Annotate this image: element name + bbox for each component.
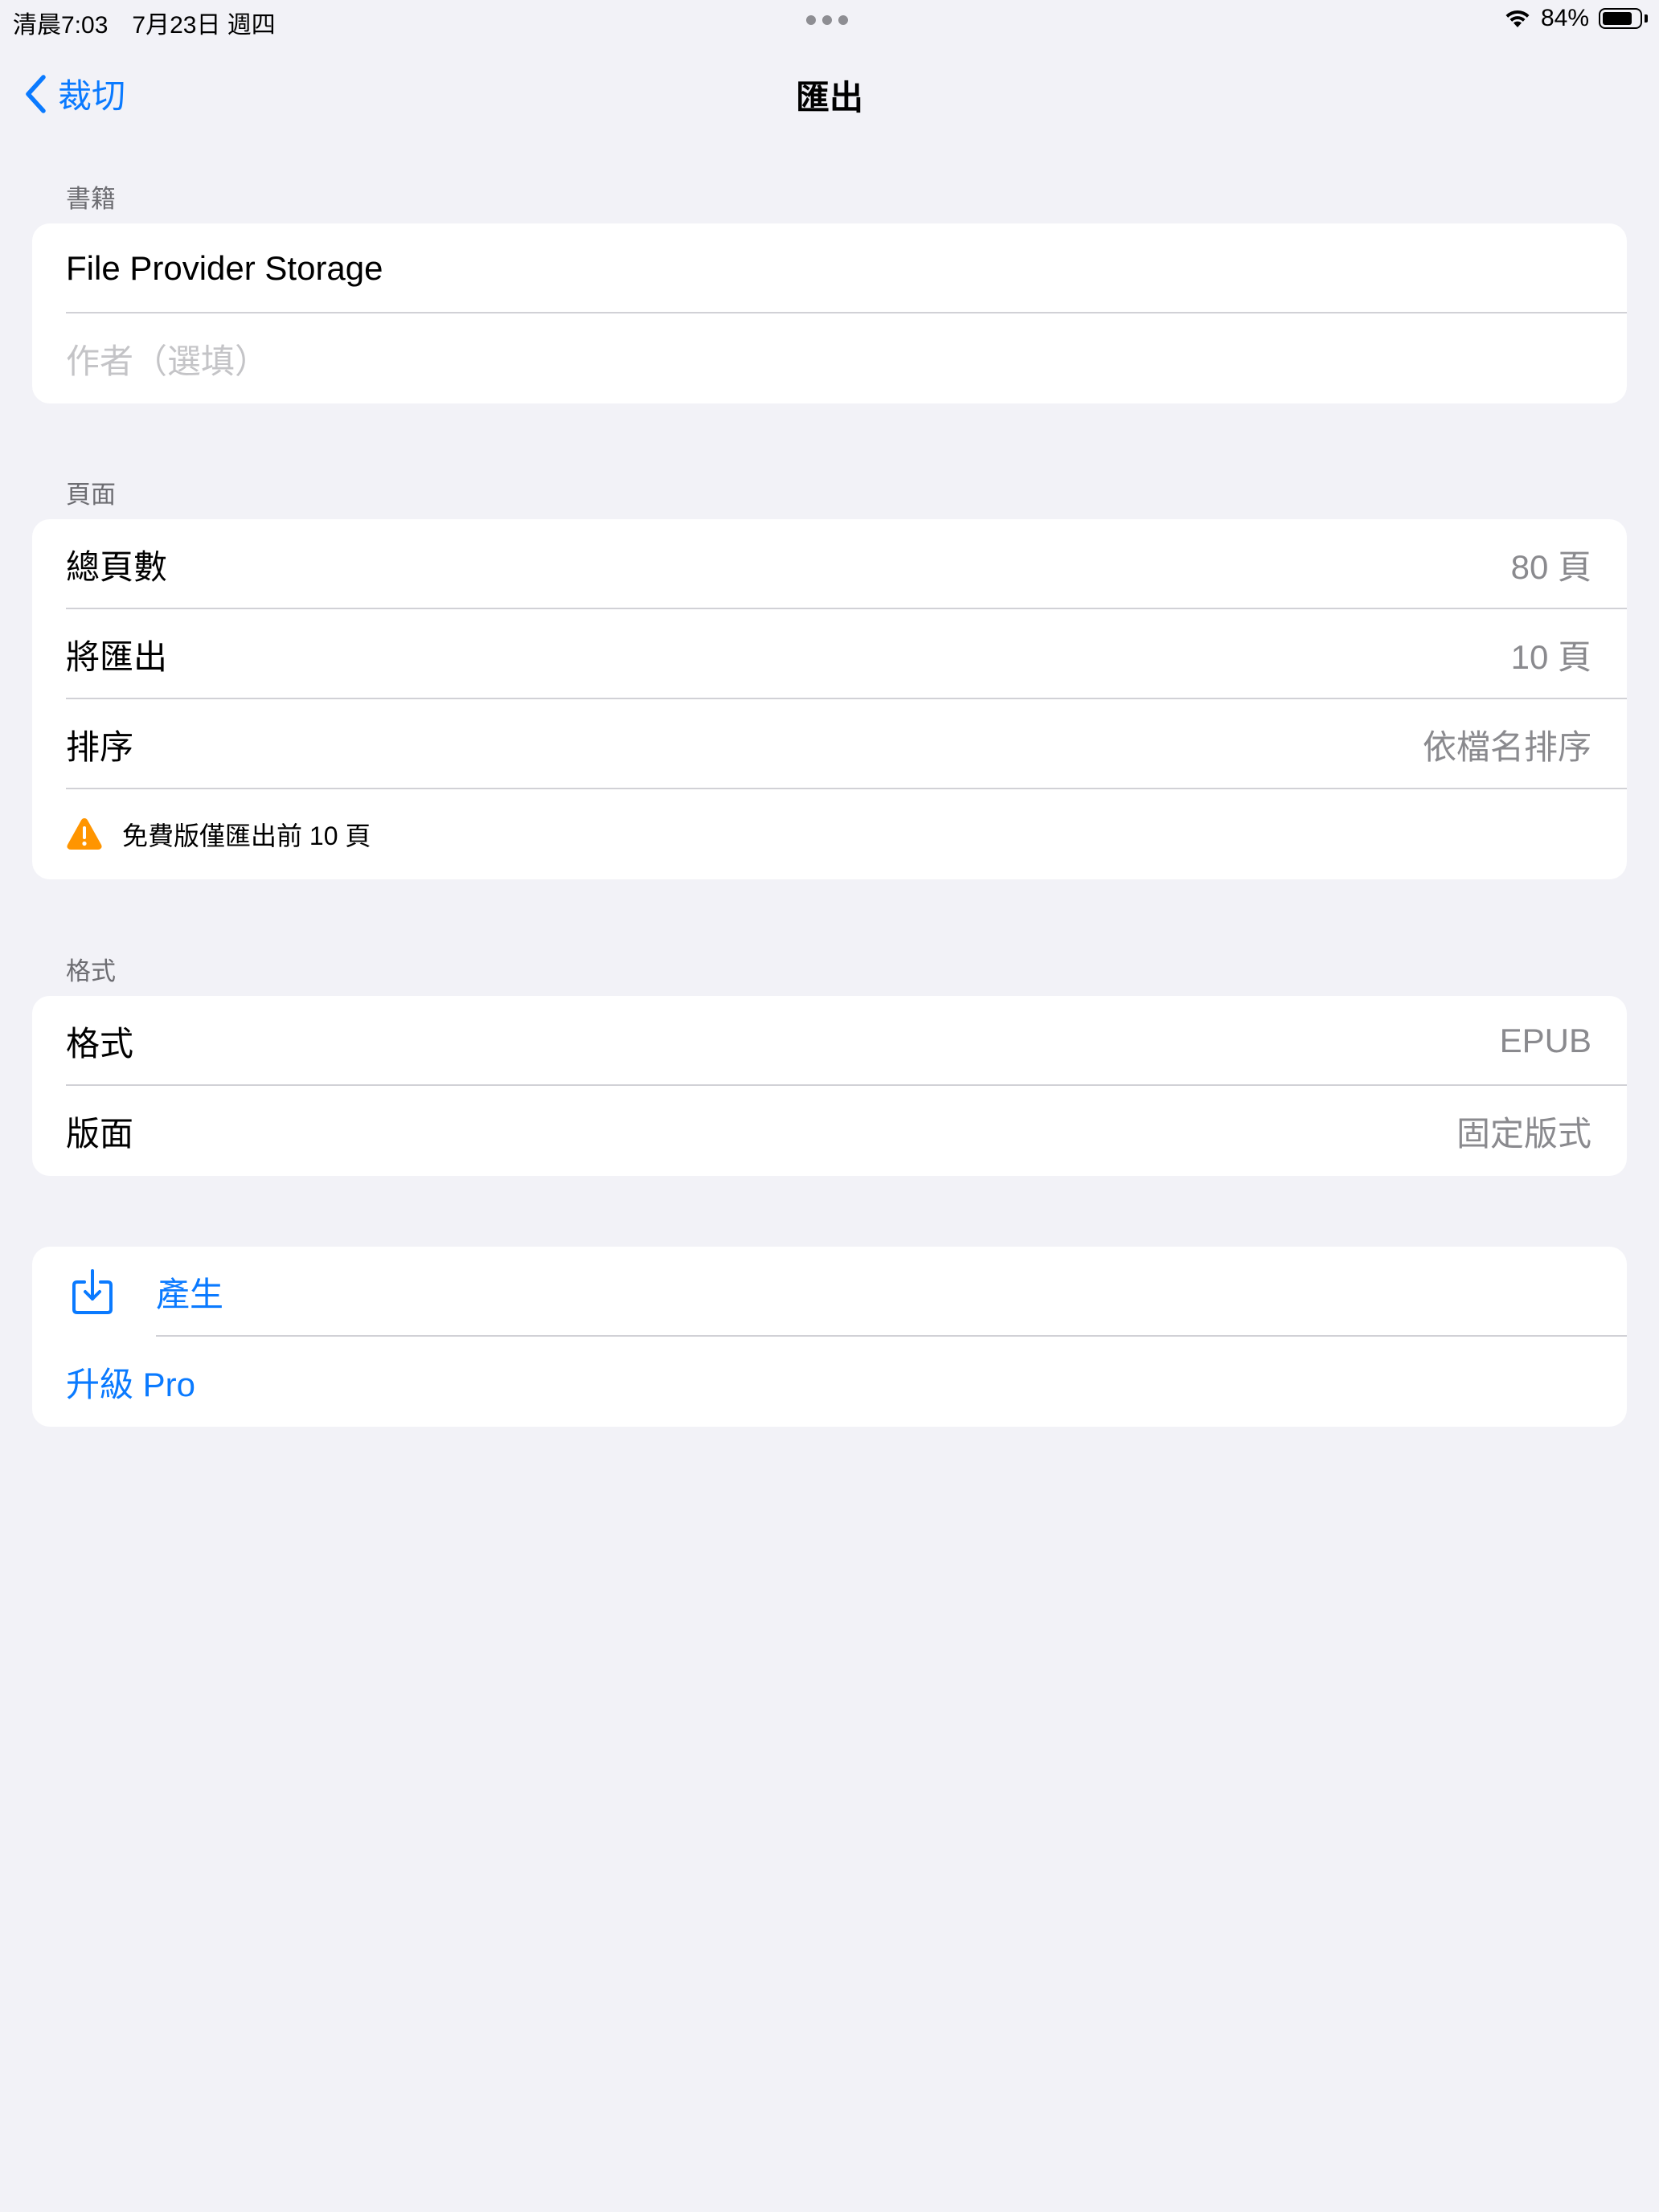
status-bar: 清晨7:03 7月23日 週四 84%: [0, 0, 1659, 42]
layout-row[interactable]: 版面 固定版式: [32, 1086, 1627, 1176]
generate-button[interactable]: 產生: [32, 1247, 1627, 1337]
status-indicators: 84%: [1504, 5, 1648, 32]
format-row[interactable]: 格式 EPUB: [32, 996, 1627, 1086]
free-version-warning-row: 免費版僅匯出前 10 頁: [32, 789, 1627, 879]
generate-button-label[interactable]: 產生: [156, 1268, 223, 1317]
multitasking-dots-icon[interactable]: [806, 15, 848, 25]
format-group: 格式 EPUB 版面 固定版式: [32, 996, 1627, 1176]
battery-percent: 84%: [1540, 5, 1589, 31]
download-tray-icon: [72, 1269, 113, 1314]
sort-label: 排序: [66, 727, 134, 766]
status-time: 清晨7:03 7月23日 週四: [13, 12, 276, 39]
total-pages-value: 80 頁: [1510, 547, 1591, 586]
book-title-field[interactable]: File Provider Storage: [32, 223, 1627, 313]
book-title-value[interactable]: File Provider Storage: [66, 249, 383, 288]
section-header-book: 書籍: [66, 185, 116, 213]
export-pages-value: 10 頁: [1510, 637, 1591, 676]
sort-row[interactable]: 排序 依檔名排序: [32, 699, 1627, 789]
format-label: 格式: [66, 1024, 134, 1063]
navigation-bar: 裁切 匯出: [0, 58, 1659, 129]
page-title: 匯出: [795, 79, 863, 117]
warning-triangle-icon: [67, 818, 102, 850]
book-group: File Provider Storage 作者（選填）: [32, 223, 1627, 403]
export-pages-label: 將匯出: [66, 637, 168, 676]
section-header-format: 格式: [66, 957, 116, 985]
pages-group: 總頁數 80 頁 將匯出 10 頁 排序 依檔名排序 免費版僅匯出前 10 頁: [32, 519, 1627, 879]
format-value[interactable]: EPUB: [1500, 1022, 1591, 1060]
upgrade-pro-label[interactable]: 升級 Pro: [66, 1358, 195, 1407]
upgrade-pro-button[interactable]: 升級 Pro: [32, 1337, 1627, 1427]
total-pages-label: 總頁數: [66, 547, 168, 586]
section-header-pages: 頁面: [66, 481, 116, 509]
free-version-warning-text: 免費版僅匯出前 10 頁: [122, 821, 371, 850]
sort-value[interactable]: 依檔名排序: [1423, 720, 1591, 769]
author-field[interactable]: 作者（選填）: [32, 313, 1627, 403]
export-pages-row: 將匯出 10 頁: [32, 609, 1627, 699]
layout-label: 版面: [66, 1114, 134, 1153]
layout-value[interactable]: 固定版式: [1456, 1107, 1591, 1156]
actions-group: 產生 升級 Pro: [32, 1247, 1627, 1427]
total-pages-row: 總頁數 80 頁: [32, 519, 1627, 609]
battery-icon: [1599, 8, 1642, 29]
author-placeholder[interactable]: 作者（選填）: [66, 334, 268, 383]
wifi-icon: [1505, 10, 1530, 27]
